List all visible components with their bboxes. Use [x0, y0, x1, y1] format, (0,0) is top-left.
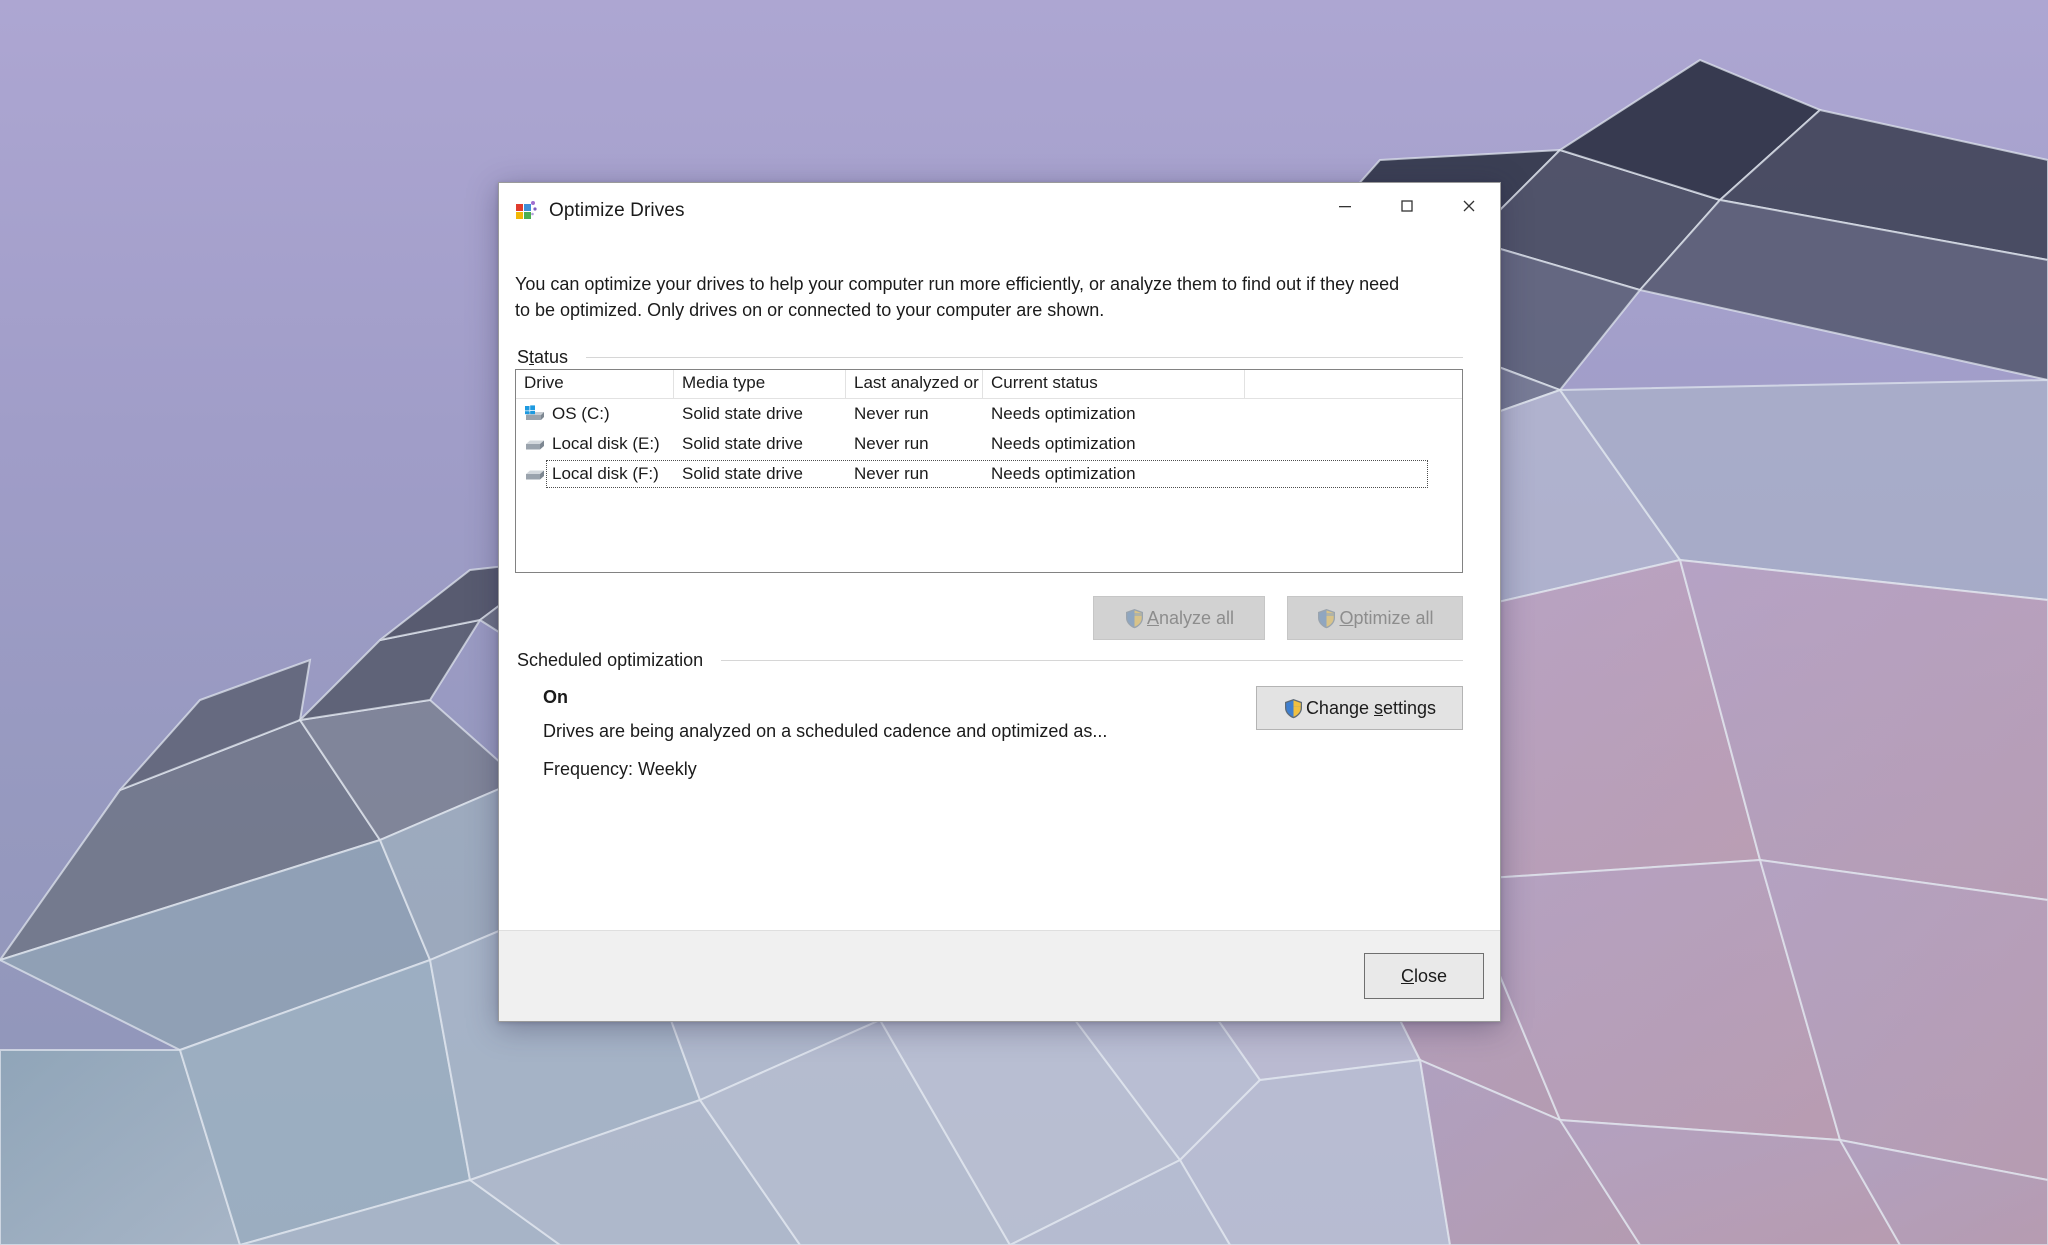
cell-drive: OS (C:): [524, 404, 674, 424]
close-button[interactable]: [1438, 183, 1500, 229]
minimize-icon: [1339, 206, 1351, 208]
uac-shield-icon: [1125, 608, 1143, 628]
optimize-all-button[interactable]: Optimize all: [1287, 596, 1463, 640]
cell-media-type: Solid state drive: [682, 464, 803, 483]
cell-drive-label: Local disk (F:): [552, 464, 659, 483]
title-bar[interactable]: Optimize Drives: [499, 183, 1500, 239]
table-row[interactable]: Local disk (E:) Solid state drive Never …: [516, 429, 1462, 459]
minimize-button[interactable]: [1314, 183, 1376, 229]
column-header-extra[interactable]: [1245, 370, 1462, 398]
drive-list[interactable]: Drive Media type Last analyzed or ... Cu…: [515, 369, 1463, 573]
cell-media-type: Solid state drive: [682, 434, 803, 453]
table-row[interactable]: Local disk (F:) Solid state drive Never …: [516, 459, 1462, 489]
uac-shield-icon: [1318, 608, 1336, 628]
close-dialog-button[interactable]: Close: [1364, 953, 1484, 999]
cell-drive: Local disk (F:): [524, 464, 674, 484]
maximize-button[interactable]: [1376, 183, 1438, 229]
window-controls: [1314, 183, 1500, 239]
uac-shield-icon: [1284, 698, 1302, 718]
windows-drive-icon: [525, 405, 544, 420]
dialog-body: You can optimize your drives to help you…: [499, 239, 1500, 930]
cell-last-analyzed: Never run: [854, 464, 929, 483]
drive-icon: [526, 440, 544, 450]
cell-drive: Local disk (E:): [524, 434, 674, 454]
cell-last-analyzed: Never run: [854, 434, 929, 453]
column-header-media-type[interactable]: Media type: [674, 370, 846, 398]
window-title: Optimize Drives: [549, 200, 685, 221]
cell-drive-label: OS (C:): [552, 404, 610, 423]
optimize-all-label: Optimize all: [1339, 607, 1434, 628]
cell-media-type: Solid state drive: [682, 404, 803, 423]
status-group-label: Status: [517, 347, 569, 367]
drive-list-header: Drive Media type Last analyzed or ... Cu…: [516, 370, 1462, 399]
cell-current-status: Needs optimization: [991, 434, 1136, 453]
table-row[interactable]: OS (C:) Solid state drive Never run Need…: [516, 399, 1462, 429]
scheduled-optimization-group-header: Scheduled optimization: [517, 650, 1463, 671]
column-header-drive[interactable]: Drive: [516, 370, 674, 398]
scheduled-group-rule: [721, 660, 1463, 661]
scheduled-state: On: [543, 687, 568, 707]
close-icon: [1463, 200, 1475, 212]
column-header-current-status[interactable]: Current status: [983, 370, 1245, 398]
scheduled-description: Drives are being analyzed on a scheduled…: [543, 721, 1108, 741]
cell-current-status: Needs optimization: [991, 464, 1136, 483]
column-header-last-analyzed[interactable]: Last analyzed or ...: [846, 370, 983, 398]
status-group-header: Status: [517, 347, 1463, 368]
change-settings-button[interactable]: Change settings: [1256, 686, 1463, 730]
change-settings-label: Change settings: [1305, 697, 1437, 718]
scheduled-group-label: Scheduled optimization: [517, 650, 704, 670]
dialog-footer: Close: [499, 930, 1500, 1021]
scheduled-frequency: Frequency: Weekly: [543, 759, 697, 779]
cell-drive-label: Local disk (E:): [552, 434, 660, 453]
maximize-icon: [1401, 200, 1413, 212]
drive-icon: [526, 470, 544, 480]
cell-current-status: Needs optimization: [991, 404, 1136, 423]
analyze-all-button[interactable]: Analyze all: [1093, 596, 1265, 640]
close-dialog-label: Close: [1400, 965, 1448, 986]
optimize-drives-window: Optimize Drives You can optimize your dr…: [498, 182, 1501, 1022]
intro-description: You can optimize your drives to help you…: [515, 274, 1400, 320]
cell-last-analyzed: Never run: [854, 404, 929, 423]
status-group-rule: [586, 357, 1463, 358]
optimize-drives-icon: [516, 201, 537, 219]
analyze-all-label: Analyze all: [1146, 607, 1235, 628]
